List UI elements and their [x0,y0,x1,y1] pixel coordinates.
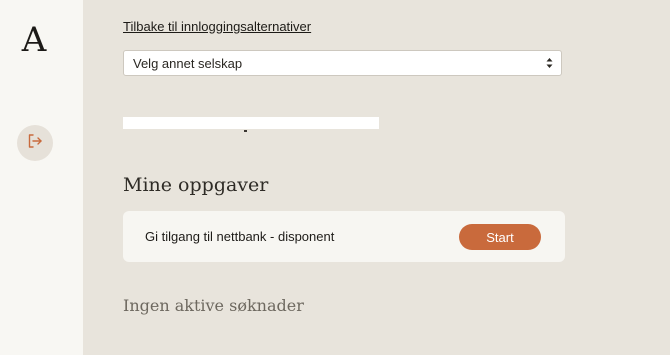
company-select[interactable]: Velg annet selskap [123,50,562,76]
task-label: Gi tilgang til nettbank - disponent [145,229,335,244]
logout-icon [26,132,44,155]
no-active-applications-heading: Ingen aktive søknader [123,296,304,315]
tasks-heading: Mine oppgaver [123,174,269,196]
start-button[interactable]: Start [459,224,541,250]
redacted-mark [244,130,247,132]
logo: A [21,20,47,60]
redacted-name-bar [123,117,379,129]
select-arrows-icon [546,57,553,69]
company-select-value: Velg annet selskap [133,55,243,71]
task-card: Gi tilgang til nettbank - disponent Star… [123,211,565,262]
back-to-login-link[interactable]: Tilbake til innloggingsalternativer [123,19,311,34]
logout-button[interactable] [17,125,53,161]
sidebar: A [0,0,83,355]
